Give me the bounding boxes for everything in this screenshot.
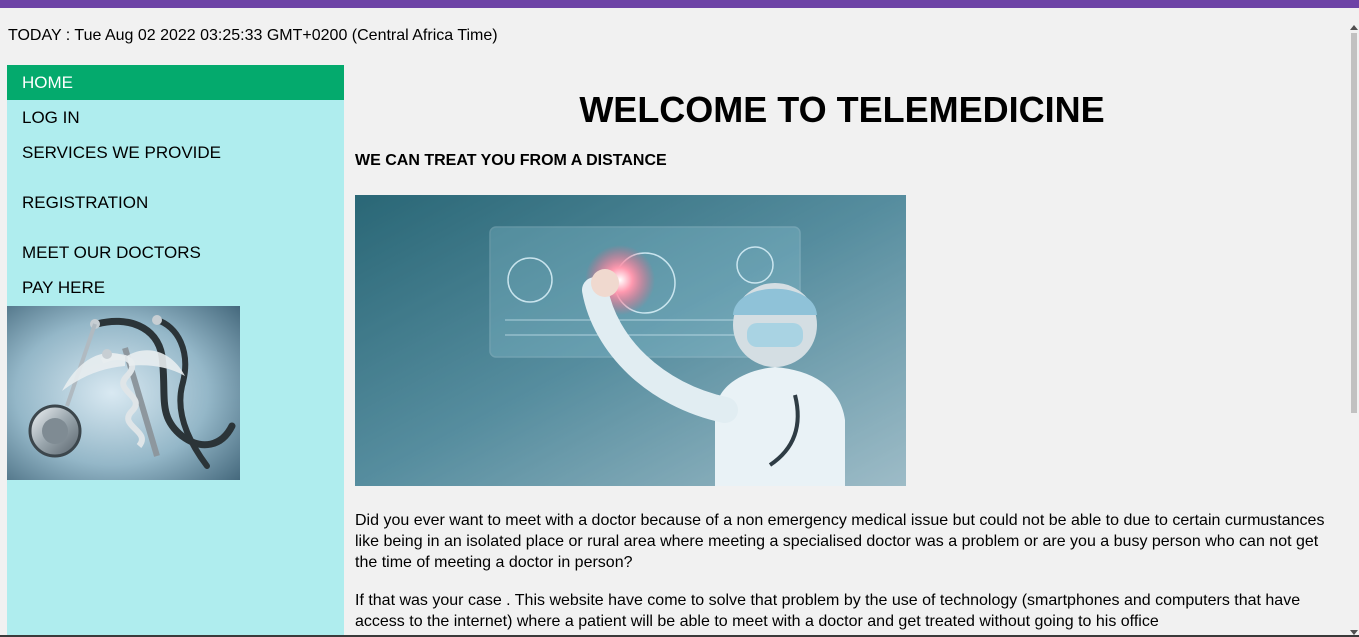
- doctor-digital-interface-image: [355, 195, 906, 486]
- nav-item-registration[interactable]: REGISTRATION: [7, 185, 344, 220]
- nav-item-pay-here[interactable]: PAY HERE: [7, 270, 344, 305]
- intro-paragraph: Did you ever want to meet with a doctor …: [355, 512, 1325, 571]
- top-accent-bar: [0, 0, 1359, 8]
- stethoscope-caduceus-image: [7, 306, 240, 480]
- page-scrollbar[interactable]: [1349, 23, 1359, 637]
- page-subtitle: WE CAN TREAT YOU FROM A DISTANCE: [355, 152, 667, 169]
- nav-item-log-in[interactable]: LOG IN: [7, 100, 344, 135]
- page-title: WELCOME TO TELEMEDICINE: [579, 89, 1105, 130]
- solution-paragraph: If that was your case . This website hav…: [355, 592, 1301, 630]
- nav-item-meet-doctors[interactable]: MEET OUR DOCTORS: [7, 235, 344, 270]
- today-datetime: TODAY : Tue Aug 02 2022 03:25:33 GMT+020…: [8, 27, 498, 44]
- scrollbar-thumb[interactable]: [1351, 33, 1357, 413]
- nav-item-services[interactable]: SERVICES WE PROVIDE: [7, 135, 344, 170]
- sidebar-nav: HOME LOG IN SERVICES WE PROVIDE REGISTRA…: [7, 65, 344, 637]
- nav-item-home[interactable]: HOME: [7, 65, 344, 100]
- scroll-up-arrow-icon[interactable]: [1350, 25, 1358, 30]
